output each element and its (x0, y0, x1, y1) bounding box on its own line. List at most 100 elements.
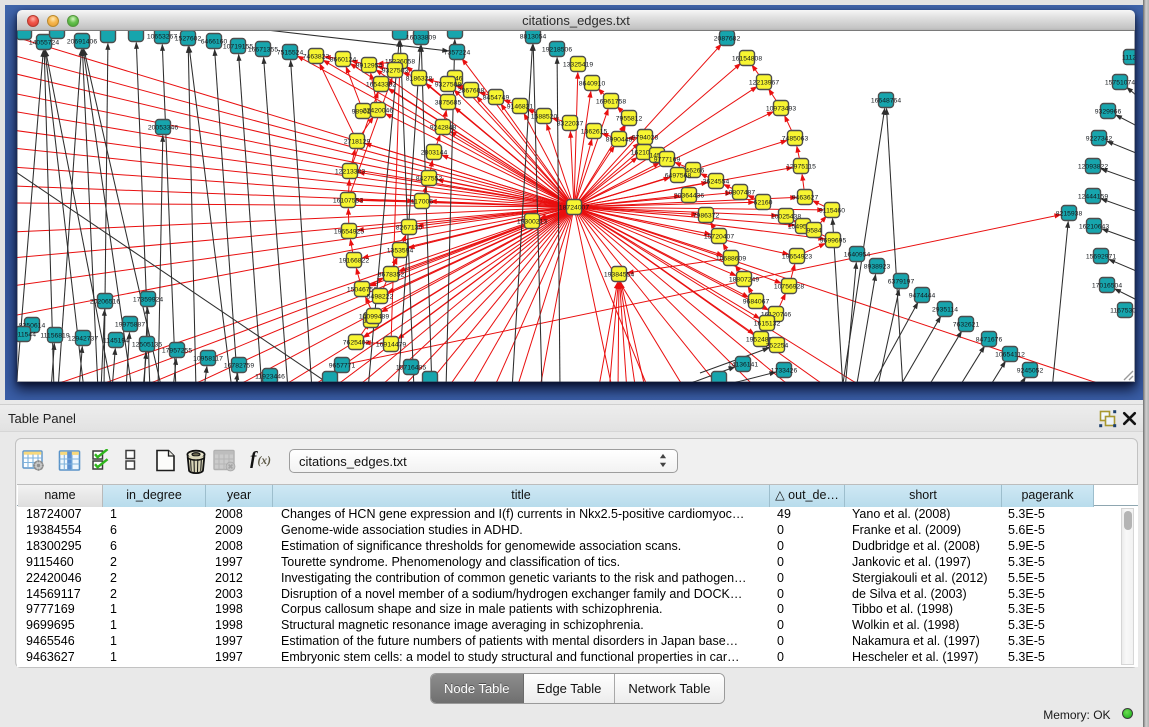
network-window-titlebar[interactable]: citations_edges.txt (17, 10, 1135, 31)
network-node[interactable]: 8215938 (1056, 206, 1083, 221)
network-node[interactable]: 7632621 (953, 317, 980, 332)
network-node[interactable]: 9474444 (909, 288, 936, 303)
citation-edge[interactable] (17, 207, 574, 232)
select-column-icon[interactable] (58, 449, 81, 477)
network-node[interactable] (712, 372, 727, 383)
citation-edge[interactable] (1109, 259, 1135, 273)
network-node[interactable]: 9794028 (632, 130, 659, 145)
network-node[interactable]: 11675309 (1110, 303, 1135, 318)
network-node[interactable]: 1527602 (175, 31, 202, 46)
scrollbar-thumb[interactable] (1124, 511, 1132, 530)
network-node[interactable]: 12444159 (1078, 189, 1108, 204)
column-header-title[interactable]: title (273, 485, 770, 507)
network-node[interactable] (423, 372, 438, 383)
citation-edge[interactable] (1127, 87, 1135, 99)
network-node[interactable]: 8660124 (330, 52, 357, 67)
network-node[interactable] (129, 31, 144, 42)
network-node[interactable]: 16210643 (1079, 219, 1109, 234)
citation-edge[interactable] (17, 148, 574, 207)
table-row[interactable]: 1938455462009Genome-wide association stu… (17, 523, 1138, 539)
delete-icon[interactable] (185, 449, 207, 479)
citation-edge[interactable] (1102, 229, 1135, 243)
network-node[interactable]: 2087682 (714, 31, 741, 46)
network-node[interactable]: 8471676 (976, 332, 1003, 347)
network-node[interactable]: 9584 (806, 223, 821, 238)
citation-edge[interactable] (877, 289, 899, 382)
network-node[interactable]: 252254 (766, 338, 789, 353)
network-node[interactable]: 14136141 (728, 357, 758, 372)
network-node[interactable]: 13325419 (563, 57, 593, 72)
tab-edge-table[interactable]: Edge Table (524, 674, 616, 703)
network-node[interactable] (50, 31, 65, 39)
network-node[interactable]: 12975115 (786, 159, 816, 174)
window-resize-grip[interactable] (1120, 367, 1134, 381)
app-frame-right[interactable] (1143, 0, 1149, 727)
network-node[interactable]: 19166822 (339, 253, 369, 268)
citation-edge[interactable] (188, 47, 196, 383)
table-row[interactable]: 1830029562008Estimation of significance … (17, 539, 1138, 555)
network-node[interactable]: 9227342 (1086, 131, 1113, 146)
table-vertical-scrollbar[interactable] (1121, 508, 1134, 665)
network-node[interactable]: 8938923 (864, 259, 891, 274)
memory-ok-indicator[interactable] (1122, 708, 1133, 719)
network-node[interactable]: 62160 (754, 195, 773, 210)
table-row[interactable]: 2242004622012Investigating the contribut… (17, 571, 1138, 587)
network-node[interactable] (323, 372, 338, 383)
column-header-name[interactable]: name (18, 485, 103, 507)
citation-edge[interactable] (215, 50, 238, 383)
citation-edge[interactable] (856, 274, 876, 382)
column-header-short[interactable]: short (845, 485, 1002, 507)
citation-edge[interactable] (402, 207, 574, 382)
function-builder-icon[interactable]: f(x) (250, 449, 273, 473)
citation-edge[interactable] (845, 263, 856, 383)
table-row[interactable]: 969969511998Structural magnetic resonanc… (17, 618, 1138, 634)
network-node[interactable]: 17359924 (133, 292, 163, 307)
network-node[interactable]: 8267130 (396, 220, 423, 235)
network-node[interactable]: 15716485 (396, 360, 426, 375)
network-node[interactable]: 9115460 (819, 203, 845, 218)
network-node[interactable]: 19384554 (604, 267, 634, 282)
network-node[interactable]: 9463627 (792, 190, 819, 205)
citation-edge[interactable] (620, 283, 627, 383)
float-panel-icon[interactable] (1099, 410, 1117, 428)
citation-edge[interactable] (1101, 199, 1135, 213)
network-node[interactable]: 12093822 (1078, 159, 1108, 174)
citation-network-graph[interactable]: 1405572420691406106532671527602646616010… (17, 31, 1135, 382)
network-node[interactable]: 8990448 (606, 132, 633, 147)
network-node[interactable]: 7955812 (616, 111, 643, 126)
network-node[interactable]: 20691406 (67, 34, 97, 49)
citation-edge[interactable] (887, 109, 904, 383)
citation-edge[interactable] (162, 45, 176, 383)
network-node[interactable]: 11124 (1122, 50, 1135, 65)
citation-edge[interactable] (618, 283, 619, 383)
network-node[interactable]: 11156819 (40, 328, 69, 343)
network-canvas[interactable]: 1405572420691406106532671527602646616010… (17, 31, 1135, 382)
network-node[interactable]: 17957255 (162, 343, 192, 358)
network-node[interactable]: 8813054 (520, 31, 547, 44)
table-row[interactable]: 1456911722003Disruption of a novel membe… (17, 587, 1138, 603)
network-node[interactable]: 16033809 (406, 31, 436, 45)
network-node[interactable]: 2935114 (932, 302, 958, 317)
network-node[interactable]: 20364436 (674, 188, 704, 203)
table-row[interactable]: 911546021997Tourette syndrome. Phenomeno… (17, 555, 1138, 571)
column-header-pagerank[interactable]: pagerank (1002, 485, 1094, 507)
citation-edge[interactable] (17, 207, 574, 258)
network-node[interactable]: 10654112 (995, 347, 1025, 362)
network-node[interactable]: 3875685 (435, 95, 462, 110)
network-node[interactable]: 16154808 (732, 51, 762, 66)
tab-node-table[interactable]: Node Table (431, 674, 524, 703)
citation-edge[interactable] (320, 64, 357, 141)
table-row[interactable]: 946554611997Estimation of the future num… (17, 634, 1138, 650)
network-node[interactable]: 1353594 (387, 243, 414, 258)
network-node[interactable]: 15692971 (1086, 249, 1116, 264)
network-node[interactable] (101, 31, 116, 43)
citation-edge[interactable] (842, 108, 885, 382)
network-node[interactable]: 6379197 (888, 274, 915, 289)
unselect-all-icon[interactable] (125, 449, 136, 476)
network-node[interactable]: 3624554 (703, 174, 730, 189)
network-node[interactable]: 7357224 (444, 45, 471, 60)
select-all-icon[interactable] (92, 449, 111, 476)
network-node[interactable]: 8322037 (557, 116, 584, 131)
network-node[interactable]: 9245052 (1017, 363, 1044, 378)
delete-table-icon[interactable] (213, 449, 236, 477)
